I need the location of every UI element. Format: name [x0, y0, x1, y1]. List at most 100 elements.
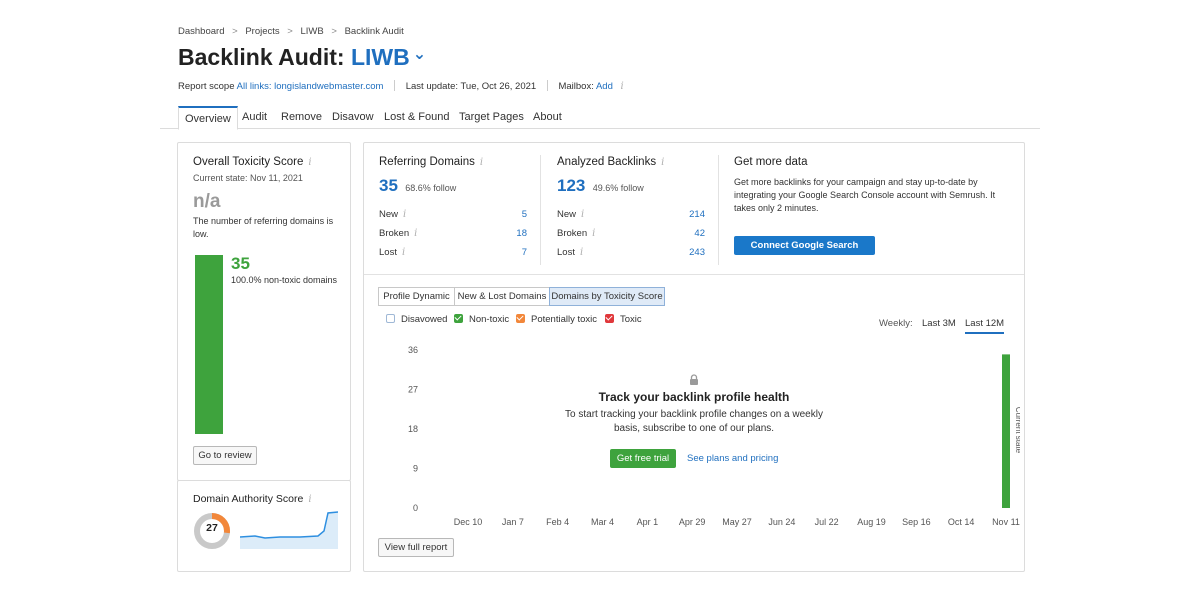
period-last-12m[interactable]: Last 12M [965, 318, 1005, 334]
period-label: Weekly: [879, 318, 913, 329]
tab-target-pages[interactable]: Target Pages [459, 106, 524, 129]
info-icon[interactable]: i [308, 494, 311, 505]
referring-broken-row: Broken i 18 [379, 228, 527, 239]
x-tick-label: Jun 24 [768, 517, 795, 527]
breadcrumb-separator: > [232, 26, 238, 37]
nontoxic-percent: 100.0% non-toxic domains [231, 275, 338, 285]
tab-disavow[interactable]: Disavow [332, 106, 374, 129]
x-tick-label: Apr 1 [637, 517, 659, 527]
segment-profile-dynamic[interactable]: Profile Dynamic [378, 287, 455, 306]
breadcrumb-dashboard[interactable]: Dashboard [178, 26, 224, 37]
breadcrumb-liwb[interactable]: LIWB [301, 26, 324, 37]
backlinks-lost-row: Lost i 243 [557, 247, 705, 258]
overlay-text-line1: To start tracking your backlink profile … [565, 409, 823, 420]
referring-title: Referring Domains i [379, 156, 484, 168]
legend-non-toxic[interactable]: Non-toxic [454, 314, 509, 326]
y-tick-label: 36 [408, 345, 418, 355]
get-free-trial-button[interactable]: Get free trial [610, 449, 676, 468]
connect-gsc-button[interactable]: Connect Google Search Console [734, 236, 875, 270]
info-icon: i [592, 228, 596, 239]
scope-label: Report scope [178, 81, 235, 92]
view-full-report-button[interactable]: View full report [378, 538, 454, 557]
tab-bar: Overview Audit Remove Disavow Lost & Fou… [160, 106, 1040, 130]
divider [394, 80, 396, 91]
period-last-3m[interactable]: Last 3M [922, 318, 956, 329]
backlinks-new-row: New i 214 [557, 209, 705, 220]
info-icon[interactable]: i [308, 157, 311, 168]
divider [546, 80, 548, 91]
info-icon[interactable]: i [480, 157, 483, 168]
backlinks-broken-value[interactable]: 42 [694, 228, 705, 239]
authority-title: Domain Authority Score i [193, 493, 312, 505]
get-more-text: Get more backlinks for your campaign and… [734, 177, 996, 213]
tab-overview[interactable]: Overview [178, 106, 238, 130]
x-tick-label: Feb 4 [546, 517, 569, 527]
see-plans-link[interactable]: See plans and pricing [687, 453, 778, 464]
x-tick-label: Jan 7 [502, 517, 524, 527]
segment-new-lost-domains[interactable]: New & Lost Domains [454, 287, 550, 306]
info-icon: i [414, 228, 418, 239]
project-selector[interactable]: LIWB ⌄ [351, 44, 426, 70]
toxicity-chart: 36 27 18 9 0 Dec 10 Jan 7 Feb 4 Mar 4 Apr 1 Apr 29… [408, 345, 1020, 527]
tab-about[interactable]: About [533, 106, 562, 129]
backlinks-value: 123 49.6% follow [557, 176, 644, 195]
toxicity-score: n/a [193, 191, 221, 212]
potentially-toxic-checkbox[interactable] [516, 314, 525, 323]
breadcrumb-current: Backlink Audit [344, 26, 404, 37]
column-divider [718, 155, 719, 265]
scope-link[interactable]: All links: longislandwebmaster.com [237, 81, 384, 92]
referring-new-value[interactable]: 5 [522, 209, 527, 220]
overlay-title: Track your backlink profile health [598, 390, 790, 404]
legend-toxic[interactable]: Toxic [605, 314, 642, 326]
legend-disavowed[interactable]: Disavowed [386, 314, 447, 326]
mailbox-add-link[interactable]: Add [596, 81, 613, 92]
y-tick-label: 9 [413, 464, 418, 474]
backlinks-broken-row: Broken i 42 [557, 228, 705, 239]
referring-lost-row: Lost i 7 [379, 247, 527, 258]
info-icon[interactable]: i [621, 81, 624, 92]
last-update: Last update: Tue, Oct 26, 2021 [405, 81, 537, 92]
tab-remove[interactable]: Remove [281, 106, 322, 129]
overlay-text-line2: basis, subscribe to one of our plans. [613, 423, 775, 434]
nontoxic-count: 35 [231, 254, 250, 273]
disavowed-checkbox[interactable] [386, 314, 395, 323]
breadcrumb-separator: > [287, 26, 293, 37]
segment-domains-by-toxicity[interactable]: Domains by Toxicity Score [549, 287, 665, 306]
page-title: Backlink Audit: LIWB ⌄ [178, 44, 426, 71]
backlinks-title: Analyzed Backlinks i [557, 156, 665, 168]
report-meta: Report scope All links: longislandwebmas… [178, 80, 624, 92]
x-tick-label: Dec 10 [454, 517, 483, 527]
backlinks-lost-value[interactable]: 243 [689, 247, 705, 258]
y-tick-label: 18 [408, 424, 418, 434]
legend-potentially-toxic[interactable]: Potentially toxic [516, 314, 597, 326]
y-tick-label: 27 [408, 385, 418, 395]
info-icon: i [579, 247, 584, 258]
chart-bar[interactable] [1002, 354, 1010, 508]
project-name: LIWB [350, 44, 410, 70]
referring-new-row: New i 5 [379, 209, 527, 220]
referring-broken-value[interactable]: 18 [516, 228, 527, 239]
backlinks-new-value[interactable]: 214 [689, 209, 705, 220]
tab-lost-found[interactable]: Lost & Found [384, 106, 449, 129]
x-tick-label: Nov 11 [992, 517, 1020, 527]
toxicity-bar-fill [195, 255, 223, 434]
authority-sparkline [240, 511, 338, 549]
toxicity-card: Overall Toxicity Score i Current state: N… [177, 142, 351, 481]
breadcrumb-projects[interactable]: Projects [245, 26, 279, 37]
lock-icon [689, 374, 699, 385]
non-toxic-checkbox[interactable] [454, 314, 463, 323]
page-title-prefix: Backlink Audit: [178, 44, 345, 70]
y-tick-label: 0 [413, 503, 418, 513]
x-tick-label: Jul 22 [815, 517, 839, 527]
get-more-title: Get more data [734, 156, 808, 168]
x-tick-label: Mar 4 [591, 517, 614, 527]
info-icon[interactable]: i [661, 157, 664, 168]
x-tick-label: Sep 16 [902, 517, 931, 527]
toxicity-bar-track [195, 255, 223, 434]
toxicity-description: The number of referring domains is low. [193, 216, 334, 239]
x-tick-label: Aug 19 [857, 517, 886, 527]
referring-lost-value[interactable]: 7 [522, 247, 527, 258]
toxic-checkbox[interactable] [605, 314, 614, 323]
tab-audit[interactable]: Audit [242, 106, 267, 129]
go-to-review-button[interactable]: Go to review [193, 446, 257, 465]
